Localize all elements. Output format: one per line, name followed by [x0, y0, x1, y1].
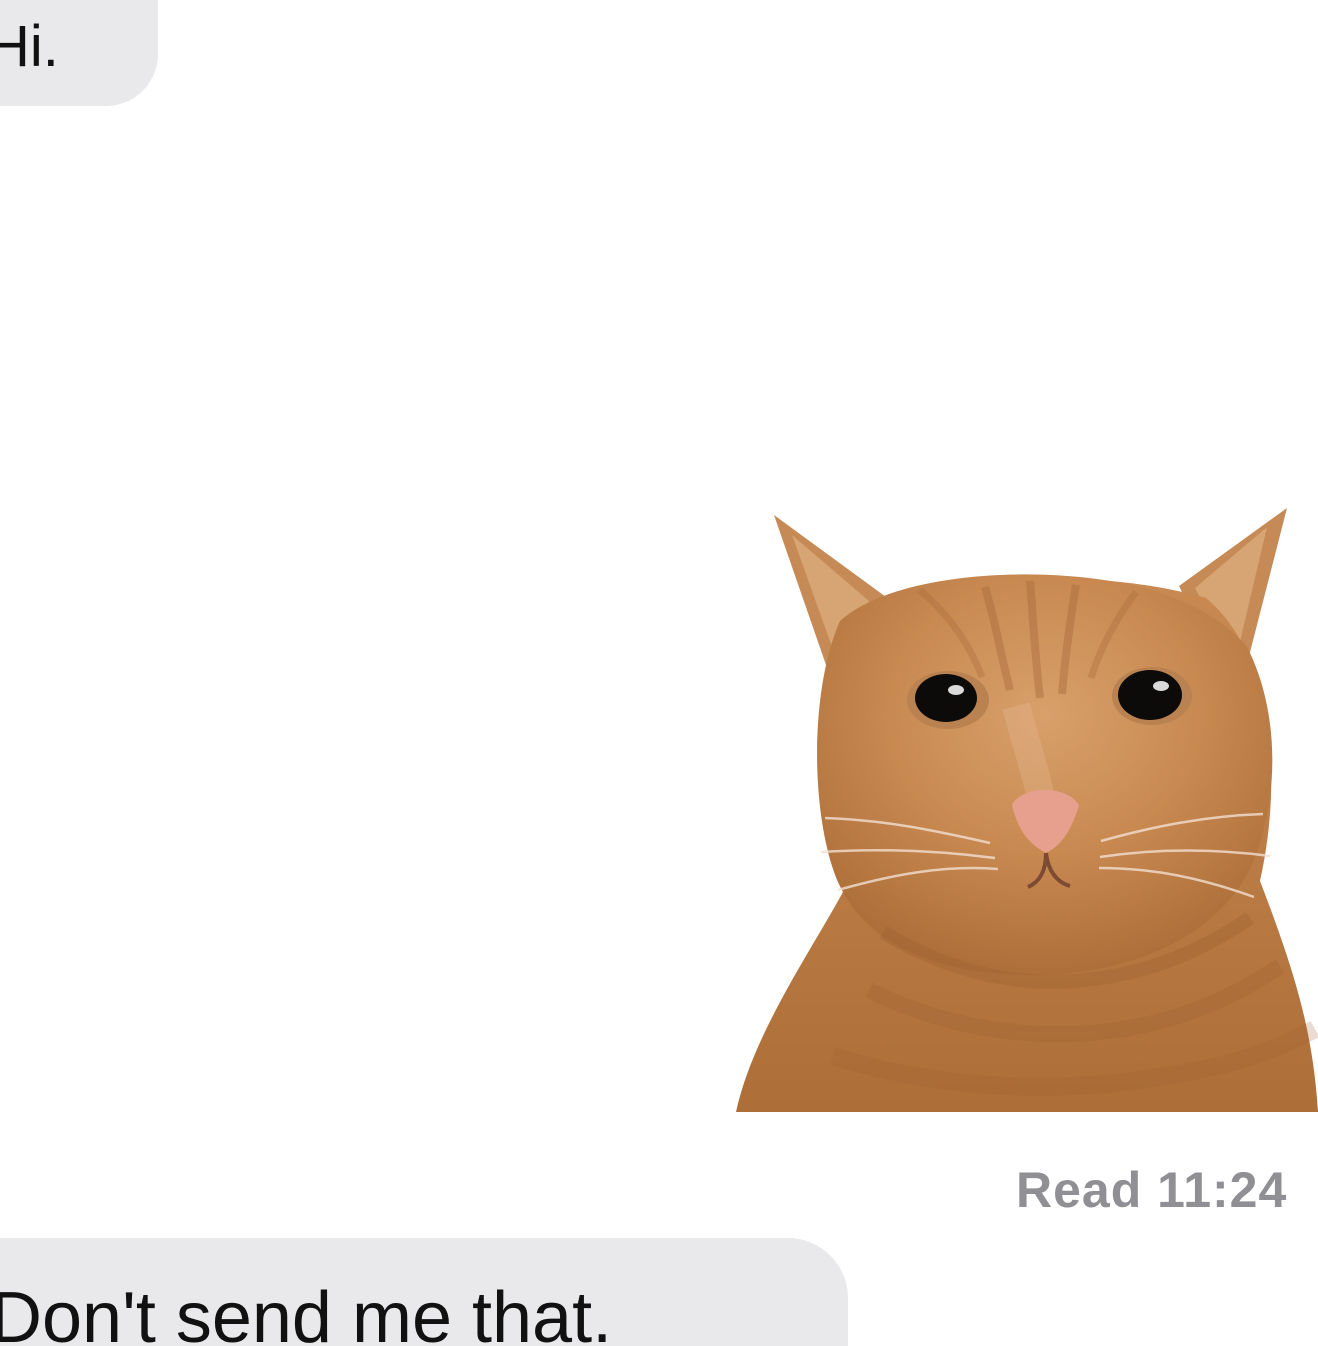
- orange-cat-image-icon[interactable]: [730, 500, 1318, 1112]
- chat-screen: Hi. Read 11:24 Don't send me that.: [0, 0, 1318, 1346]
- read-receipt: Read 11:24: [1016, 1162, 1288, 1218]
- incoming-message-bubble[interactable]: Don't send me that.: [0, 1238, 848, 1346]
- message-text: Don't send me that.: [0, 1278, 613, 1346]
- message-text: Hi.: [0, 14, 59, 79]
- incoming-message-bubble[interactable]: Hi.: [0, 0, 158, 106]
